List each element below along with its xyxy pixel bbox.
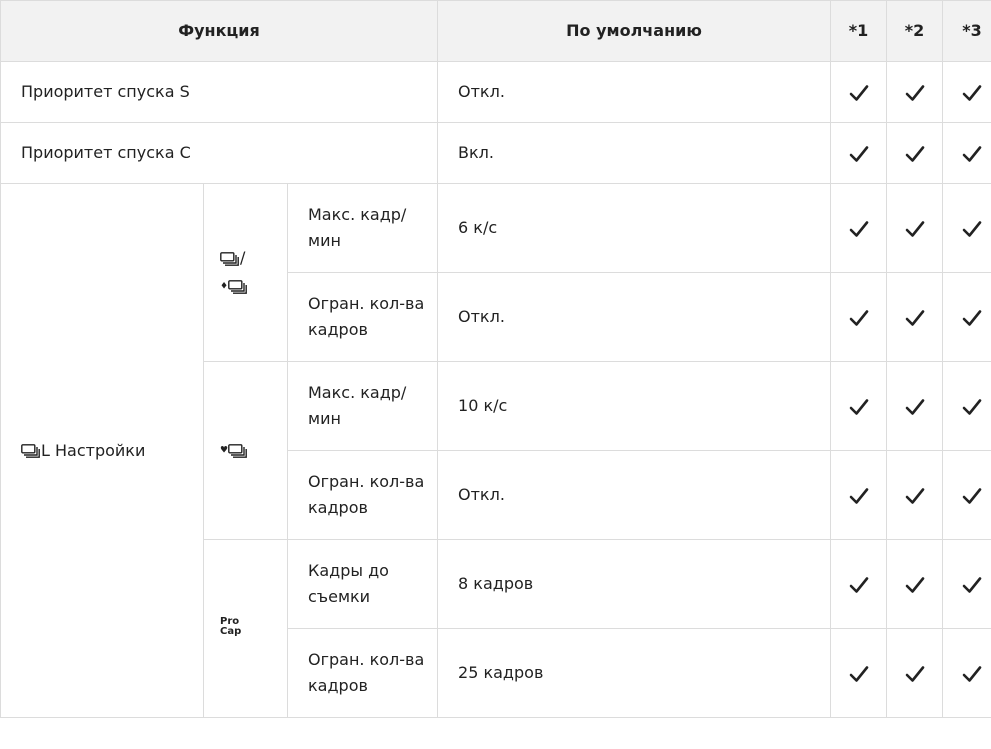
sub-label: Огран. кол-ва кадров bbox=[286, 450, 439, 540]
check-icon bbox=[962, 486, 982, 506]
sub-label: Огран. кол-ва кадров bbox=[286, 272, 439, 362]
header-col-2: *2 bbox=[886, 0, 944, 62]
sub-default: 8 кадров bbox=[437, 539, 832, 629]
table-row: Приоритет спуска S Откл. bbox=[0, 61, 991, 123]
check-icon bbox=[962, 664, 982, 684]
sub-default: 10 к/с bbox=[437, 361, 832, 451]
check-icon bbox=[962, 575, 982, 595]
check-icon bbox=[849, 308, 869, 328]
sequential-shooting-icon bbox=[228, 279, 248, 294]
check-icon bbox=[849, 219, 869, 239]
check-icon bbox=[962, 397, 982, 417]
check-icon bbox=[849, 397, 869, 417]
sub-default: Откл. bbox=[437, 272, 832, 362]
check-icon bbox=[849, 575, 869, 595]
sequential-shooting-icon bbox=[228, 443, 248, 458]
check-icon bbox=[905, 575, 925, 595]
sub-default: Откл. bbox=[437, 450, 832, 540]
check-icon bbox=[849, 144, 869, 164]
header-default: По умолчанию bbox=[437, 0, 832, 62]
check-icon bbox=[849, 664, 869, 684]
heart-icon: ♥ bbox=[220, 445, 229, 456]
check-icon bbox=[962, 144, 982, 164]
check-icon bbox=[905, 664, 925, 684]
group-label-cell: L Настройки bbox=[0, 183, 204, 718]
check-icon bbox=[905, 308, 925, 328]
check-icon bbox=[905, 486, 925, 506]
header-col-3: *3 bbox=[942, 0, 991, 62]
check-icon bbox=[962, 219, 982, 239]
check-icon bbox=[962, 308, 982, 328]
mode-cell-burst: / ♦ bbox=[203, 183, 288, 362]
check-icon bbox=[962, 83, 982, 103]
group-label: L Настройки bbox=[41, 440, 146, 460]
silent-diamond-icon: ♦ bbox=[220, 281, 229, 292]
row-label: Приоритет спуска S bbox=[0, 61, 439, 123]
sub-default: 6 к/с bbox=[437, 183, 832, 273]
header-row: Функция По умолчанию *1 *2 *3 bbox=[0, 0, 991, 62]
check-icon bbox=[905, 397, 925, 417]
sub-default: 25 кадров bbox=[437, 628, 832, 718]
check-icon bbox=[905, 83, 925, 103]
slash-text: / bbox=[240, 248, 246, 268]
table-row: Приоритет спуска C Вкл. bbox=[0, 122, 991, 184]
sub-label: Макс. кадр/мин bbox=[286, 361, 439, 451]
table-row: L Настройки / ♦ Макс. кадр/мин 6 к/с bbox=[0, 183, 991, 718]
mode-cell-procap: Pro Cap bbox=[203, 539, 288, 718]
row-label: Приоритет спуска C bbox=[0, 122, 439, 184]
check-icon bbox=[849, 83, 869, 103]
header-function: Функция bbox=[0, 0, 439, 62]
check-icon bbox=[905, 219, 925, 239]
check-icon bbox=[905, 144, 925, 164]
row-default: Вкл. bbox=[437, 122, 832, 184]
header-col-1: *1 bbox=[830, 0, 888, 62]
sequential-shooting-icon bbox=[220, 251, 240, 266]
settings-table: Функция По умолчанию *1 *2 *3 Приоритет … bbox=[0, 0, 991, 718]
sub-label: Огран. кол-ва кадров bbox=[286, 628, 439, 718]
mode-cell-silent-burst: ♥ bbox=[203, 361, 288, 540]
sub-label: Макс. кадр/мин bbox=[286, 183, 439, 273]
row-default: Откл. bbox=[437, 61, 832, 123]
procap-icon: Pro Cap bbox=[220, 615, 242, 637]
sub-label: Кадры до съемки bbox=[286, 539, 439, 629]
check-icon bbox=[849, 486, 869, 506]
sequential-shooting-icon bbox=[21, 444, 41, 458]
